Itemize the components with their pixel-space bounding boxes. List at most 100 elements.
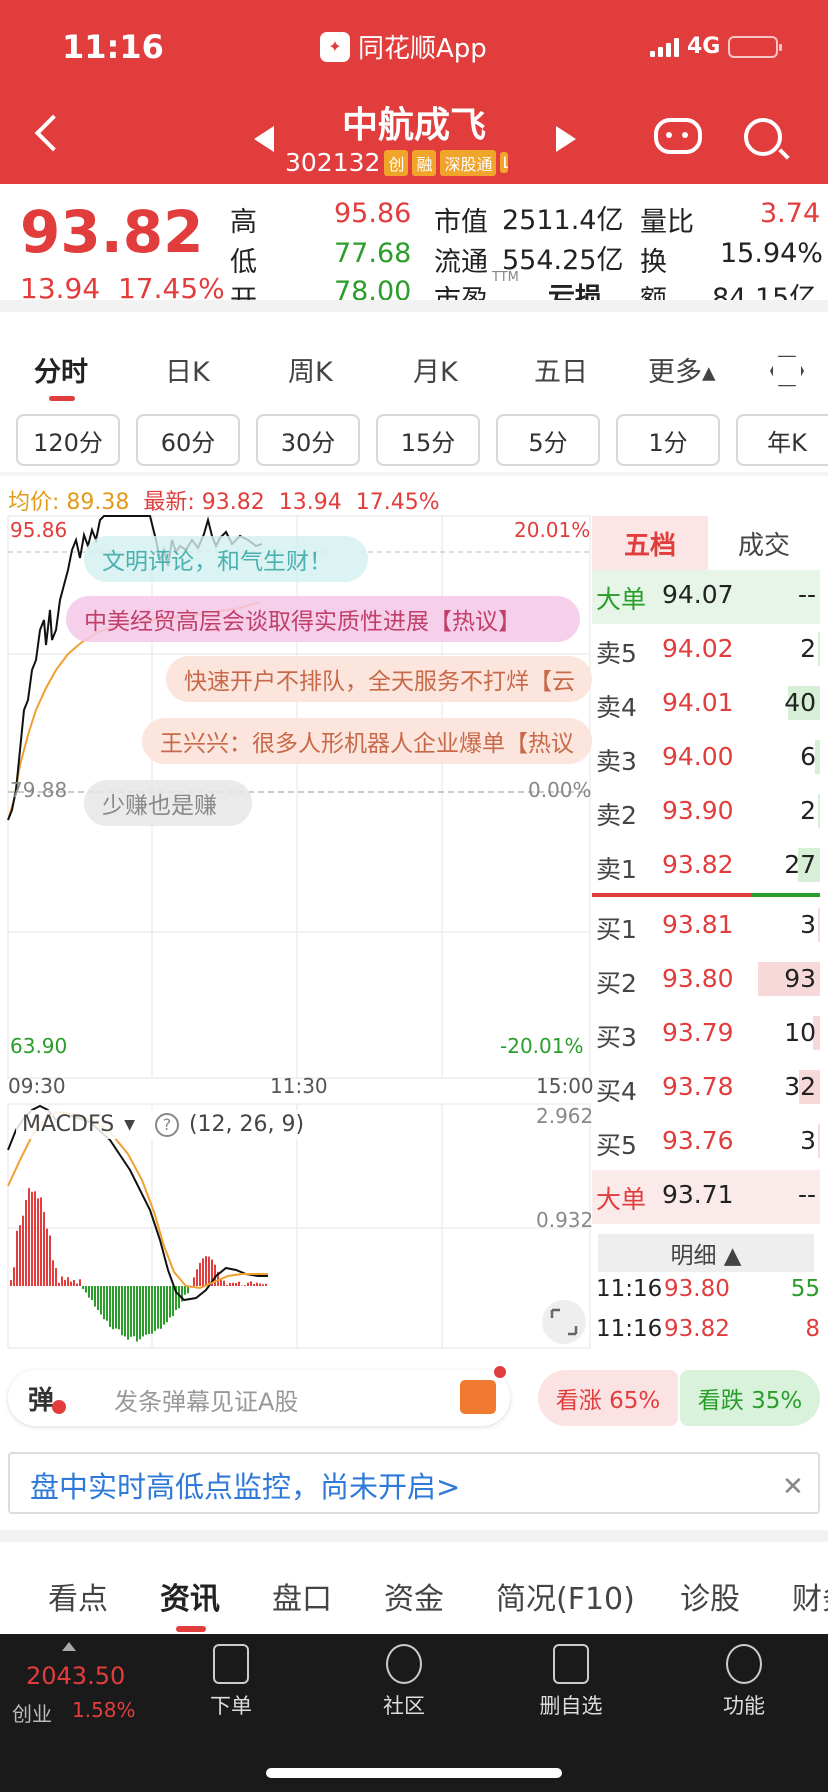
gift-icon[interactable] bbox=[460, 1380, 496, 1414]
index-value[interactable]: 2043.50 bbox=[26, 1662, 125, 1690]
macd-bar bbox=[97, 1286, 99, 1310]
danmu-input-bar[interactable]: 弹 发条弹幕见证A股 bbox=[8, 1370, 510, 1426]
macd-bar bbox=[103, 1286, 105, 1319]
tab-profile[interactable]: 简况(F10) bbox=[496, 1574, 635, 1618]
nav-functions[interactable]: 功能 bbox=[684, 1644, 804, 1720]
danmaku-item: 快速开户不排队，全天服务不打烊【云 bbox=[166, 656, 592, 702]
macd-bar bbox=[79, 1279, 81, 1286]
index-pct[interactable]: 1.58% bbox=[72, 1698, 136, 1722]
ask-price: 94.01 bbox=[662, 688, 734, 717]
bid-vol: 3 bbox=[800, 1126, 816, 1155]
tab-trades[interactable]: 成交 bbox=[708, 516, 820, 570]
robot-icon[interactable] bbox=[654, 118, 702, 154]
macd-bar bbox=[223, 1281, 225, 1286]
ask-price: 94.00 bbox=[662, 742, 734, 771]
macd-bar bbox=[31, 1192, 33, 1286]
macd-bar bbox=[118, 1286, 120, 1329]
search-icon[interactable] bbox=[744, 118, 782, 156]
tab-daily-k[interactable]: 日K bbox=[165, 350, 210, 389]
tab-five-levels[interactable]: 五档 bbox=[592, 516, 708, 570]
macd-selector[interactable]: MACDFS ▼ ? (12, 26, 9) bbox=[16, 1110, 310, 1139]
macd-bar bbox=[25, 1200, 27, 1286]
macd-bar bbox=[157, 1286, 159, 1329]
volume-bar bbox=[818, 632, 820, 666]
danmu-toggle[interactable]: 弹 bbox=[28, 1380, 54, 1417]
ask-label: 卖3 bbox=[596, 742, 637, 778]
period-120min[interactable]: 120分 bbox=[16, 414, 120, 466]
float-label: 流通 bbox=[434, 240, 488, 279]
period-5min[interactable]: 5分 bbox=[496, 414, 600, 466]
volratio-label: 量比 bbox=[640, 200, 694, 239]
macd-bar bbox=[61, 1276, 63, 1286]
tag-chuang: 创 bbox=[384, 150, 408, 176]
tab-weekly-k[interactable]: 周K bbox=[288, 350, 333, 389]
macd-bar bbox=[112, 1286, 114, 1329]
big-order-top: 大单 94.07 -- bbox=[592, 570, 820, 624]
tab-financials[interactable]: 财务 bbox=[792, 1574, 828, 1618]
nav-remove-watchlist[interactable]: 删自选 bbox=[511, 1644, 631, 1720]
vote-up-button[interactable]: 看涨 65% bbox=[538, 1370, 678, 1426]
expand-arrow-icon[interactable] bbox=[62, 1642, 76, 1651]
macd-bar bbox=[247, 1283, 249, 1286]
macd-bar bbox=[22, 1216, 24, 1286]
status-indicators: 4G bbox=[650, 34, 778, 59]
expand-button[interactable] bbox=[542, 1300, 586, 1344]
macd-bar bbox=[208, 1257, 210, 1286]
danmu-placeholder[interactable]: 发条弹幕见证A股 bbox=[114, 1382, 298, 1417]
big-order-price: 93.71 bbox=[662, 1180, 734, 1209]
bid-label: 买3 bbox=[596, 1018, 637, 1054]
bid-label: 买4 bbox=[596, 1072, 637, 1108]
help-icon[interactable]: ? bbox=[155, 1113, 179, 1137]
network-type: 4G bbox=[687, 34, 720, 59]
time-end: 15:00 bbox=[536, 1074, 594, 1098]
info-tabs: 看点 资讯 盘口 资金 简况(F10) 诊股 财务 bbox=[0, 1540, 828, 1634]
time-start: 09:30 bbox=[8, 1074, 66, 1098]
tab-order-flow[interactable]: 盘口 bbox=[272, 1574, 332, 1618]
period-60min[interactable]: 60分 bbox=[136, 414, 240, 466]
period-1min[interactable]: 1分 bbox=[616, 414, 720, 466]
detail-toggle[interactable]: 明细 ▲ bbox=[598, 1234, 814, 1272]
tab-news[interactable]: 资讯 bbox=[160, 1574, 220, 1618]
monitor-banner[interactable]: 盘中实时高低点监控，尚未开启> ✕ bbox=[8, 1452, 820, 1514]
period-15min[interactable]: 15分 bbox=[376, 414, 480, 466]
ask-label: 卖2 bbox=[596, 796, 637, 832]
nav-community[interactable]: 社区 bbox=[344, 1644, 464, 1720]
bid-label: 买2 bbox=[596, 964, 637, 1000]
ask-row: 卖1 93.82 27 bbox=[592, 840, 820, 894]
divider bbox=[0, 472, 828, 476]
monitor-text[interactable]: 盘中实时高低点监控，尚未开启> bbox=[30, 1464, 460, 1506]
tag-shengutong: 深股通 bbox=[440, 150, 496, 176]
quote-panel: 93.82 13.94 17.45% 高 95.86 低 77.68 开 78.… bbox=[0, 184, 828, 300]
next-stock-icon[interactable] bbox=[556, 126, 576, 152]
period-year-k[interactable]: 年K bbox=[736, 414, 828, 466]
vote-down-button[interactable]: 看跌 35% bbox=[680, 1370, 820, 1426]
ask-label: 卖5 bbox=[596, 634, 637, 670]
tab-intraday[interactable]: 分时 bbox=[34, 350, 88, 389]
macd-bar bbox=[160, 1286, 162, 1329]
home-indicator bbox=[266, 1768, 562, 1778]
tab-funds[interactable]: 资金 bbox=[384, 1574, 444, 1618]
bid-vol: 93 bbox=[784, 964, 816, 993]
tab-monthly-k[interactable]: 月K bbox=[413, 350, 458, 389]
pct-mid-label: 0.00% bbox=[528, 778, 592, 802]
tab-highlights[interactable]: 看点 bbox=[48, 1574, 108, 1618]
pct-low-label: -20.01% bbox=[500, 1034, 583, 1058]
macd-bar bbox=[184, 1286, 186, 1295]
tab-diagnosis[interactable]: 诊股 bbox=[680, 1574, 740, 1618]
tab-more[interactable]: 更多▴ bbox=[648, 350, 716, 389]
nav-order[interactable]: 下单 bbox=[171, 1644, 291, 1720]
macd-bar bbox=[262, 1284, 264, 1286]
ask-price: 93.82 bbox=[662, 850, 734, 879]
pct-high-label: 20.01% bbox=[514, 518, 590, 542]
notification-dot bbox=[494, 1366, 506, 1378]
battery-icon bbox=[728, 36, 778, 58]
macd-bar bbox=[16, 1231, 18, 1286]
macd-bar bbox=[259, 1283, 261, 1286]
period-30min[interactable]: 30分 bbox=[256, 414, 360, 466]
tab-five-day[interactable]: 五日 bbox=[534, 350, 588, 389]
macd-bar bbox=[148, 1286, 150, 1334]
tag-rong: 融 bbox=[412, 150, 436, 176]
close-icon[interactable]: ✕ bbox=[782, 1472, 804, 1502]
index-name[interactable]: 创业 bbox=[12, 1698, 52, 1727]
macd-bar bbox=[232, 1283, 234, 1286]
